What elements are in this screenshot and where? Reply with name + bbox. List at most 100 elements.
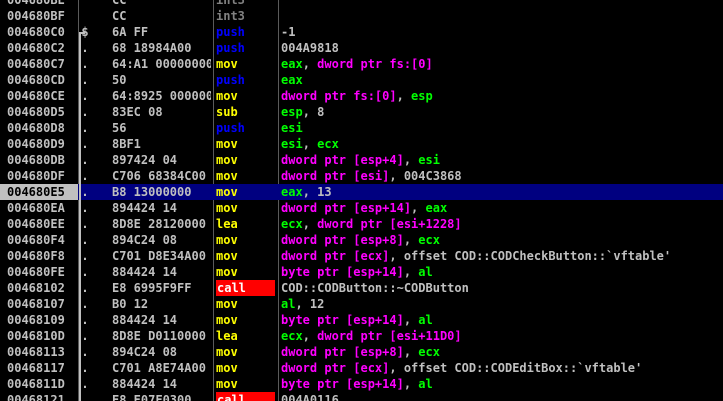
instruction-row[interactable]: 004680C7. 64:A1 00000000 mov eax, dword ptr… xyxy=(0,56,723,72)
disassembly-pane[interactable]: 004680BE CC int3004680BFCCint3004680C0$6A … xyxy=(0,0,723,401)
hex-dump-cell: 894424 14 xyxy=(112,201,178,215)
operands-cell: byte ptr [esp+14], al xyxy=(281,312,721,328)
operand-text: , xyxy=(302,57,318,71)
operands-cell: 004A0116 xyxy=(281,392,721,401)
mnemonic-cell: mov xyxy=(216,265,238,279)
instruction-row[interactable]: 004680CD. 50 push eax xyxy=(0,72,723,88)
instruction-row[interactable]: 004680F4. 894C24 08 mov dword ptr [esp+8], … xyxy=(0,232,723,248)
instruction-row[interactable]: 004680EE. 8D8E 28120000 lea ecx, dword ptr … xyxy=(0,216,723,232)
mnemonic-cell: call xyxy=(216,280,275,296)
operand-reg: ecx xyxy=(418,345,440,359)
jump-marker: . xyxy=(81,169,89,183)
operand-text: , offset COD::CODCheckButton::`vftable' xyxy=(389,249,672,263)
jump-marker: . xyxy=(81,41,89,55)
jump-marker xyxy=(80,8,90,24)
operand-reg: al xyxy=(281,297,296,311)
operand-text: , xyxy=(302,217,318,231)
instruction-row[interactable]: 004680BE CC int3 xyxy=(0,0,723,8)
address-cell: 004680BE xyxy=(7,0,65,7)
instruction-row[interactable]: 00468113. 894C24 08 mov dword ptr [esp+8], … xyxy=(0,344,723,360)
mnemonic-cell: int3 xyxy=(216,9,245,23)
instruction-row[interactable]: 004680F8. C701 D8E34A00 mov dword ptr [ecx]… xyxy=(0,248,723,264)
operand-mem: dword ptr [esp+8] xyxy=(281,345,404,359)
jump-marker: . xyxy=(81,121,89,135)
instruction-row[interactable]: 004680D8. 56 push esi xyxy=(0,120,723,136)
hex-dump-cell: 884424 14 xyxy=(112,377,178,391)
instruction-row[interactable]: 00468121. E8 E07F0300 call 004A0116 xyxy=(0,392,723,401)
hex-dump-cell: 884424 14 xyxy=(112,265,178,279)
jump-marker: . xyxy=(81,153,89,167)
hex-dump-cell: B8 13000000 xyxy=(112,185,192,199)
operand-mem: dword ptr [esp+4] xyxy=(281,153,404,167)
operands-cell: dword ptr [ecx], offset COD::CODEditBox:… xyxy=(281,360,721,376)
instruction-row[interactable]: 004680DF. C706 68384C00 mov dword ptr [esi]… xyxy=(0,168,723,184)
jump-marker: . xyxy=(81,329,89,343)
mnemonic-cell: lea xyxy=(216,217,238,231)
instruction-row[interactable]: 0046810D. 8D8E D0110000 lea ecx, dword ptr … xyxy=(0,328,723,344)
jump-marker: . xyxy=(81,281,89,295)
address-cell: 004680CD xyxy=(7,73,65,87)
instruction-row[interactable]: 00468117. C701 A8E74A00 mov dword ptr [ecx]… xyxy=(0,360,723,376)
address-cell: 004680BF xyxy=(7,9,65,23)
operand-imm: 12 xyxy=(309,297,325,311)
hex-dump-cell: CC xyxy=(112,0,127,7)
operands-cell: dword ptr [esp+8], ecx xyxy=(281,344,721,360)
instruction-row[interactable]: 00468102. E8 6995F9FF call COD::CODButton::… xyxy=(0,280,723,296)
address-cell: 00468109 xyxy=(7,313,65,327)
operand-text: , 004C3868 xyxy=(389,169,462,183)
operand-reg: eax xyxy=(281,185,303,199)
operand-mem: byte ptr [esp+14] xyxy=(281,313,404,327)
instruction-row[interactable]: 004680C2. 68 18984A00 push 004A9818 xyxy=(0,40,723,56)
operand-mem: dword ptr fs:[0] xyxy=(281,89,397,103)
address-cell: 004680D8 xyxy=(7,121,65,135)
operand-imm: 8 xyxy=(317,105,325,119)
mnemonic-cell: push xyxy=(216,121,245,135)
selected-instruction-row[interactable]: 004680E5. B8 13000000 mov eax, 13 xyxy=(0,184,723,200)
instruction-row[interactable]: 00468109. 884424 14 mov byte ptr [esp+14], … xyxy=(0,312,723,328)
hex-dump-cell: 83EC 08 xyxy=(112,105,163,119)
mnemonic-cell: mov xyxy=(216,249,238,263)
hex-dump-cell: 68 18984A00 xyxy=(112,41,192,55)
address-cell: 004680FE xyxy=(7,265,65,279)
operand-reg: esi xyxy=(281,121,303,135)
mnemonic-cell: mov xyxy=(216,89,238,103)
address-cell: 00468102 xyxy=(7,281,65,295)
instruction-row[interactable]: 004680DB. 897424 04 mov dword ptr [esp+4], … xyxy=(0,152,723,168)
operand-reg: al xyxy=(418,313,433,327)
operand-reg: ecx xyxy=(317,137,339,151)
operand-reg: esp xyxy=(281,105,303,119)
instruction-row[interactable]: 00468107. B0 12 mov al, 12 xyxy=(0,296,723,312)
instruction-row[interactable]: 004680FE. 884424 14 mov byte ptr [esp+14], … xyxy=(0,264,723,280)
operand-text: , xyxy=(403,233,419,247)
address-cell: 004680EE xyxy=(7,217,65,231)
address-cell: 00468121 xyxy=(7,393,65,401)
hex-dump-cell: 64:8925 00000000 xyxy=(112,89,211,103)
instruction-row[interactable]: 004680BF CC int3 xyxy=(0,8,723,24)
operand-reg: esp xyxy=(411,89,433,103)
instruction-row[interactable]: 004680C0$6A FFpush-1 xyxy=(0,24,723,40)
operand-mem: dword ptr [esi+11D0] xyxy=(317,329,462,343)
operands-cell: dword ptr [esp+4], esi xyxy=(281,152,721,168)
operand-imm: 13 xyxy=(317,185,332,199)
address-cell: 004680F8 xyxy=(7,249,65,263)
instruction-row[interactable]: 004680EA. 894424 14 mov dword ptr [esp+14],… xyxy=(0,200,723,216)
instruction-row[interactable]: 004680D9. 8BF1 mov esi, ecx xyxy=(0,136,723,152)
operands-cell: esi xyxy=(281,120,721,136)
instruction-row[interactable]: 004680D5. 83EC 08 sub esp, 8 xyxy=(0,104,723,120)
operands-cell: 004A9818 xyxy=(281,40,721,56)
operand-mem: dword ptr [esi+1228] xyxy=(317,217,462,231)
operand-text: , xyxy=(295,297,310,311)
operand-text: , offset COD::CODEditBox::`vftable' xyxy=(389,361,643,375)
mnemonic-cell: mov xyxy=(216,361,238,375)
hex-dump-cell: C706 68384C00 xyxy=(112,169,206,183)
mnemonic-cell: push xyxy=(216,73,245,87)
operand-text: , xyxy=(396,89,412,103)
operand-mem: dword ptr [ecx] xyxy=(281,361,390,375)
jump-marker: . xyxy=(81,345,89,359)
operands-cell: dword ptr fs:[0], esp xyxy=(281,88,721,104)
address-cell: 004680C2 xyxy=(7,41,65,55)
address-cell: 004680D9 xyxy=(7,137,65,151)
mnemonic-cell: mov xyxy=(216,185,238,199)
instruction-row[interactable]: 0046811D. 884424 14 mov byte ptr [esp+14], … xyxy=(0,376,723,392)
instruction-row[interactable]: 004680CE. 64:8925 00000000 mov dword ptr fs… xyxy=(0,88,723,104)
